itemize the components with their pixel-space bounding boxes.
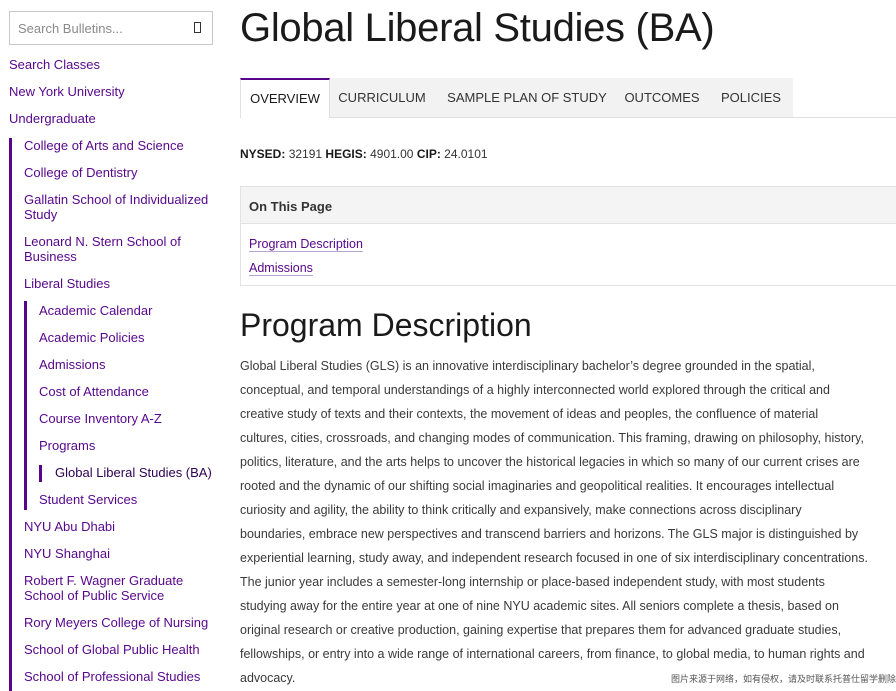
main-content: Global Liberal Studies (BA) OVERVIEW CUR… [240,0,896,691]
sidebar-item-gallatin[interactable]: Gallatin School of Individualized Study [24,192,214,222]
search-classes-link[interactable]: Search Classes [9,57,100,73]
watermark: 图片来源于网络，如有侵权，请及时联系托普仕留学删除 [670,674,896,684]
on-this-page-link-program-description[interactable]: Program Description [249,237,363,252]
level1-indicator [9,138,12,691]
sidebar-item-shanghai[interactable]: NYU Shanghai [24,546,214,561]
tab-bar: OVERVIEW CURRICULUM SAMPLE PLAN OF STUDY… [240,78,896,118]
cip-value: 24.0101 [444,147,488,161]
tab-overview[interactable]: OVERVIEW [240,78,330,118]
sidebar-item-abu-dhabi[interactable]: NYU Abu Dhabi [24,519,214,534]
sidebar-item-student-services[interactable]: Student Services [39,492,214,507]
sidebar-item-wagner[interactable]: Robert F. Wagner Graduate School of Publ… [24,573,214,603]
level3-indicator [39,465,42,482]
tab-sample-plan[interactable]: SAMPLE PLAN OF STUDY [438,78,616,117]
sidebar-item-cost-of-attendance[interactable]: Cost of Attendance [39,384,214,399]
tab-curriculum[interactable]: CURRICULUM [332,78,432,117]
sidebar-item-admissions[interactable]: Admissions [39,357,214,372]
sidebar-item-arts-science[interactable]: College of Arts and Science [24,138,214,153]
hegis-value: 4901.00 [370,147,414,161]
program-codes: NYSED: 32191 HEGIS: 4901.00 CIP: 24.0101 [240,147,488,161]
search-icon[interactable] [194,22,201,33]
program-description-text: Global Liberal Studies (GLS) is an innov… [240,359,868,685]
nyu-link[interactable]: New York University [9,84,125,100]
level2-indicator [24,301,27,510]
program-description-heading: Program Description [240,307,532,343]
sidebar-item-course-inventory[interactable]: Course Inventory A-Z [39,411,214,426]
tab-policies[interactable]: POLICIES [710,78,792,117]
sidebar-item-academic-policies[interactable]: Academic Policies [39,330,214,345]
page-title: Global Liberal Studies (BA) [240,6,715,50]
on-this-page-link-admissions[interactable]: Admissions [249,261,313,276]
sidebar-item-dentistry[interactable]: College of Dentistry [24,165,214,180]
on-this-page-title: On This Page [249,199,333,214]
tab-outcomes[interactable]: OUTCOMES [616,78,708,117]
sidebar: Search Classes New York University Under… [0,0,222,691]
on-this-page-header: On This Page [241,187,896,224]
cip-label: CIP: [416,147,441,161]
search-box [9,11,213,45]
sidebar-item-global-public-health[interactable]: School of Global Public Health [24,642,214,657]
sidebar-item-stern[interactable]: Leonard N. Stern School of Business [24,234,214,264]
sidebar-item-academic-calendar[interactable]: Academic Calendar [39,303,214,318]
undergraduate-link[interactable]: Undergraduate [9,111,96,127]
sidebar-item-nursing[interactable]: Rory Meyers College of Nursing [24,615,214,630]
search-input[interactable] [10,12,180,44]
sidebar-item-professional-studies[interactable]: School of Professional Studies [24,669,214,684]
on-this-page-box: On This Page Program Description Admissi… [240,186,896,286]
hegis-label: HEGIS: [325,147,367,161]
nysed-label: NYSED: [240,147,286,161]
sidebar-item-global-liberal-studies[interactable]: Global Liberal Studies (BA) [55,465,215,480]
nysed-value: 32191 [288,147,323,161]
sidebar-item-liberal-studies[interactable]: Liberal Studies [24,276,214,291]
sidebar-item-programs[interactable]: Programs [39,438,214,453]
